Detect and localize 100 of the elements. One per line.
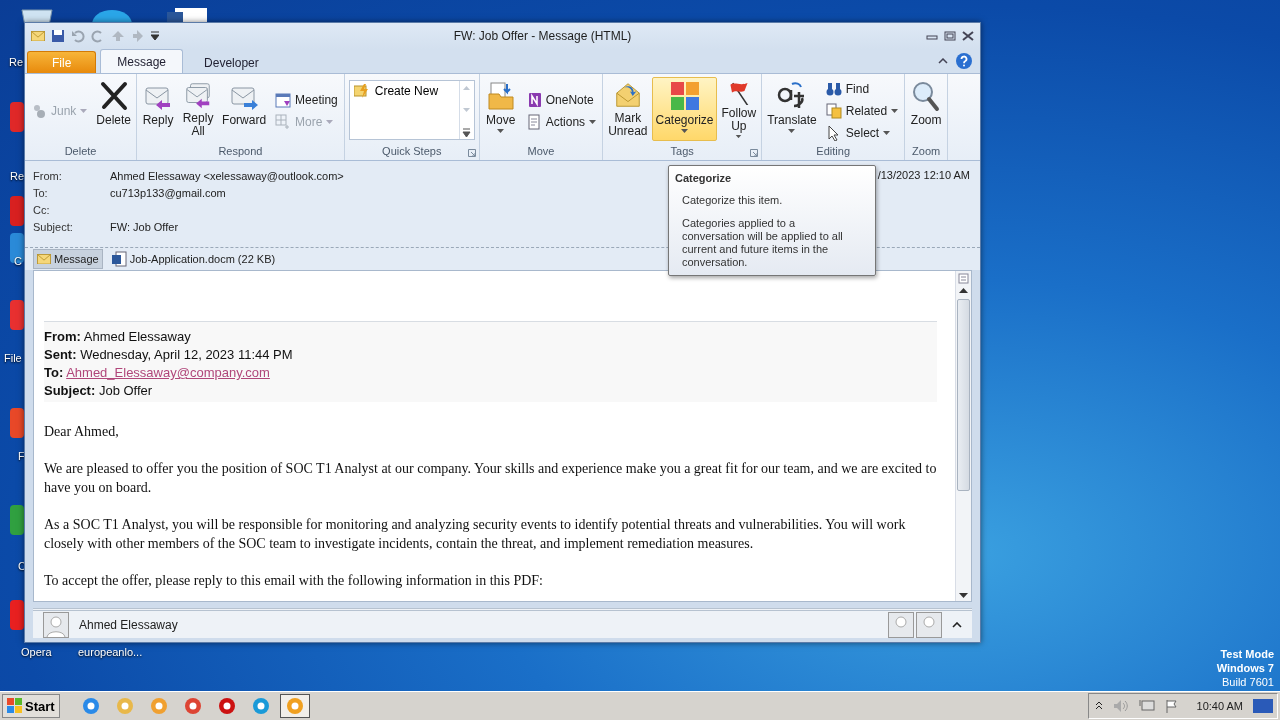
caret-icon bbox=[681, 129, 688, 133]
ribbon-button[interactable]: Reply All bbox=[179, 77, 218, 141]
caret-icon bbox=[497, 129, 505, 133]
show-hidden-icon[interactable] bbox=[1094, 701, 1103, 711]
app-icon bbox=[10, 233, 24, 263]
ribbon-button[interactable]: Related bbox=[823, 101, 901, 120]
undo-icon[interactable] bbox=[71, 29, 85, 43]
calendar-icon bbox=[275, 91, 292, 108]
ribbon-button[interactable]: Follow Up bbox=[718, 77, 760, 141]
help-icon[interactable] bbox=[956, 53, 972, 69]
app-icon bbox=[251, 697, 270, 715]
ribbon-button[interactable]: Delete bbox=[93, 77, 135, 141]
sent-date: /13/2023 12:10 AM bbox=[877, 169, 970, 181]
caret-icon bbox=[326, 119, 334, 124]
forward-header-line: From: Ahmed Elessaway bbox=[44, 328, 192, 346]
desktop-icon-label: Re bbox=[9, 56, 24, 68]
network-icon[interactable] bbox=[1138, 699, 1155, 713]
dialog-launcher-icon[interactable] bbox=[467, 149, 476, 157]
forward-header-line: To: Ahmed_Elessaway@company.com bbox=[44, 364, 271, 382]
tooltip-text: Categorize this item. bbox=[682, 194, 784, 207]
dialog-launcher-icon[interactable] bbox=[750, 149, 759, 157]
group-label: Zoom bbox=[911, 144, 942, 159]
attachment-tab[interactable]: Message bbox=[33, 249, 103, 269]
people-icon bbox=[31, 102, 47, 119]
ribbon-button[interactable]: Select bbox=[823, 123, 901, 142]
ribbon-button[interactable]: Reply bbox=[139, 77, 178, 141]
desktop-icon-label: F bbox=[18, 450, 25, 462]
header-label: Cc: bbox=[33, 204, 51, 216]
scrollbar[interactable] bbox=[955, 271, 971, 601]
header-value: Ahmed Elessaway <xelessaway@outlook.com> bbox=[110, 170, 344, 182]
clock: 10:40 AM bbox=[1196, 700, 1243, 712]
redo-icon[interactable] bbox=[91, 29, 105, 43]
app-icon bbox=[217, 697, 236, 715]
collapse-ribbon-icon[interactable] bbox=[938, 58, 948, 64]
quick-step-item[interactable]: Create New bbox=[349, 81, 459, 101]
people-icon[interactable] bbox=[888, 611, 942, 638]
caret-icon bbox=[735, 134, 743, 138]
attachment-tab[interactable]: Job-Application.docm (22 KB) bbox=[106, 249, 280, 269]
desktop-icon-label: Re bbox=[10, 170, 25, 182]
ribbon-button[interactable]: Translate bbox=[764, 77, 820, 141]
group-label: Tags bbox=[669, 144, 695, 159]
documents-icon bbox=[825, 102, 842, 119]
window-title: FW: Job Offer - Message (HTML) bbox=[452, 29, 633, 43]
restore-icon[interactable] bbox=[944, 31, 956, 41]
envelope-icon bbox=[37, 253, 51, 265]
caret-icon bbox=[883, 130, 891, 135]
desktop-icon-label: europeanlo... bbox=[78, 646, 143, 658]
outlook-envelope-icon bbox=[31, 30, 45, 42]
close-icon[interactable] bbox=[962, 31, 974, 41]
expand-icon[interactable] bbox=[952, 621, 962, 628]
app-icon bbox=[10, 600, 24, 630]
ribbon-button[interactable]: Forward bbox=[219, 77, 270, 141]
desktop-icon-label: File bbox=[4, 352, 22, 364]
tooltip-title: Categorize bbox=[675, 172, 733, 184]
windows-logo-icon bbox=[7, 698, 23, 714]
app-icon bbox=[10, 505, 24, 535]
app-icon bbox=[10, 300, 24, 330]
caret-icon bbox=[788, 129, 796, 133]
app-icon bbox=[115, 697, 134, 715]
forward-header-line: Subject: Job Offer bbox=[44, 382, 154, 400]
caret-icon bbox=[589, 119, 597, 124]
save-icon[interactable] bbox=[51, 29, 65, 43]
header-value: cu713p133@gmail.com bbox=[110, 187, 226, 199]
more-icon[interactable] bbox=[462, 125, 472, 139]
binoculars-icon bbox=[825, 80, 842, 97]
header-label: To: bbox=[33, 187, 49, 199]
start-button[interactable]: Start bbox=[2, 694, 60, 718]
email-link[interactable]: Ahmed_Elessaway@company.com bbox=[66, 365, 270, 380]
group-label: Delete bbox=[63, 144, 98, 159]
caret-icon bbox=[891, 108, 899, 113]
email-paragraph: As a SOC T1 Analyst, you will be responsible for monitoring and analyzing security events to identify potential threats and vulnerabilities. You will work closely with other members of the SOC team to investigate incidents, contain the threat, and implement remediation measures. bbox=[44, 516, 907, 553]
os-notice-text: Windows 7 bbox=[1216, 661, 1274, 675]
group-label: Editing bbox=[815, 144, 851, 159]
customize-toolbar-icon[interactable] bbox=[151, 31, 159, 41]
ribbon-button[interactable]: Mark Unread bbox=[605, 77, 651, 141]
group-label: Quick Steps bbox=[381, 144, 443, 159]
show-desktop-icon[interactable] bbox=[1253, 698, 1273, 714]
ribbon-button[interactable]: Find bbox=[823, 79, 901, 98]
email-paragraph: Dear Ahmed, bbox=[44, 423, 120, 441]
ribbon-tab[interactable]: Message bbox=[100, 49, 184, 73]
ribbon-button[interactable]: Meeting bbox=[273, 90, 340, 109]
ribbon-button[interactable]: Zoom bbox=[907, 77, 946, 141]
header-value: FW: Job Offer bbox=[110, 221, 179, 233]
categories-icon bbox=[668, 80, 701, 112]
app-icon bbox=[149, 697, 168, 715]
ribbon-button[interactable]: Actions bbox=[523, 112, 599, 131]
ribbon-button[interactable]: Categorize bbox=[652, 77, 717, 141]
forward-header-line: Sent: Wednesday, April 12, 2023 11:44 PM bbox=[44, 346, 294, 364]
word-document-icon bbox=[110, 251, 127, 267]
ribbon-button[interactable]: OneNote bbox=[523, 90, 599, 109]
group-label: Move bbox=[526, 144, 556, 159]
ribbon-tab[interactable]: Developer bbox=[187, 51, 276, 73]
app-icon bbox=[81, 697, 100, 715]
flag-icon[interactable] bbox=[1164, 699, 1179, 713]
ribbon-button[interactable]: Move bbox=[481, 77, 520, 141]
app-icon bbox=[10, 102, 24, 132]
group-label: Respond bbox=[217, 144, 264, 159]
taskbar-app-button[interactable] bbox=[279, 694, 310, 718]
app-icon bbox=[10, 196, 24, 226]
scroll-thumb[interactable] bbox=[957, 299, 970, 491]
